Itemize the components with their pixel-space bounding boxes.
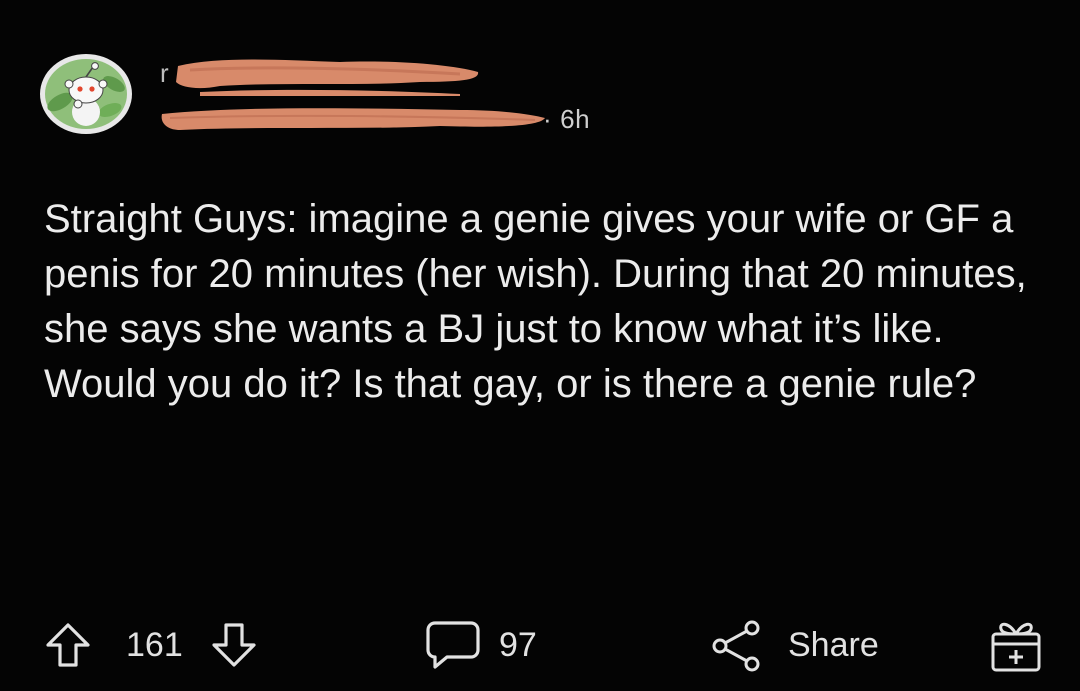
speech-bubble-icon[interactable] xyxy=(425,619,481,671)
arrow-up-icon[interactable] xyxy=(44,621,92,669)
snoo-avatar-icon xyxy=(47,62,125,126)
share-button-label[interactable]: Share xyxy=(788,626,879,665)
vote-score: 161 xyxy=(126,626,183,664)
post-timestamp: · 6h xyxy=(543,104,590,135)
arrow-down-icon[interactable] xyxy=(210,621,258,669)
time-ago: 6h xyxy=(560,104,591,134)
action-bar: 161 97 Share xyxy=(0,610,1080,680)
separator-dot: · xyxy=(543,104,553,134)
share-icon[interactable] xyxy=(708,618,764,672)
community-name-initial: r xyxy=(160,58,169,88)
gift-box-icon[interactable] xyxy=(987,616,1045,674)
redacted-username xyxy=(161,108,545,130)
community-avatar[interactable] xyxy=(40,54,132,134)
redacted-community-name: r xyxy=(160,58,479,96)
post-title[interactable]: Straight Guys: imagine a genie gives you… xyxy=(44,192,1044,412)
post-card: r · 6h Straight Guys: imagine a genie giv… xyxy=(0,0,1080,691)
comment-count[interactable]: 97 xyxy=(499,626,537,665)
